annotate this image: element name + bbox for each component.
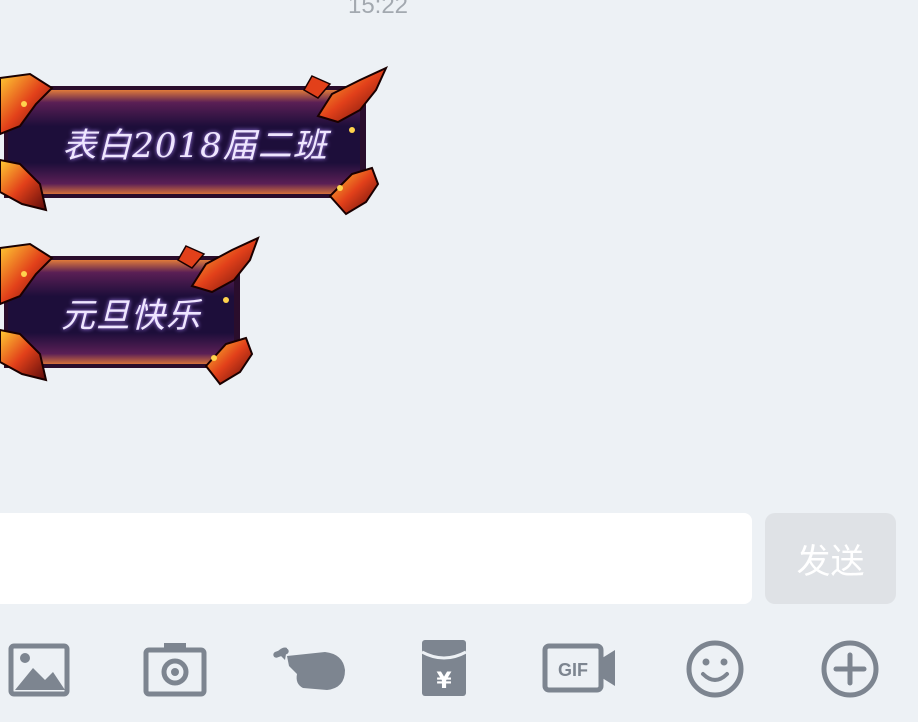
chat-message-bubble[interactable]: 表白2018届二班 bbox=[0, 64, 390, 220]
chat-message-bubble[interactable]: 元旦快乐 bbox=[0, 234, 262, 390]
input-toolbar: ¥ GIF bbox=[0, 612, 918, 722]
message-timestamp: 15:22 bbox=[347, 0, 409, 19]
message-text: 表白2018届二班 bbox=[62, 125, 328, 166]
camera-icon[interactable] bbox=[130, 612, 220, 722]
gif-label: GIF bbox=[558, 660, 588, 680]
message-text: 元旦快乐 bbox=[61, 295, 201, 336]
message-input[interactable] bbox=[0, 513, 752, 604]
gif-icon[interactable]: GIF bbox=[535, 612, 630, 722]
red-packet-icon[interactable]: ¥ bbox=[400, 612, 490, 722]
image-icon[interactable] bbox=[0, 612, 85, 722]
add-icon[interactable] bbox=[805, 612, 895, 722]
send-button[interactable]: 发送 bbox=[765, 513, 896, 604]
poke-icon[interactable] bbox=[265, 612, 355, 722]
emoji-icon[interactable] bbox=[670, 612, 760, 722]
yuan-symbol: ¥ bbox=[436, 669, 452, 694]
